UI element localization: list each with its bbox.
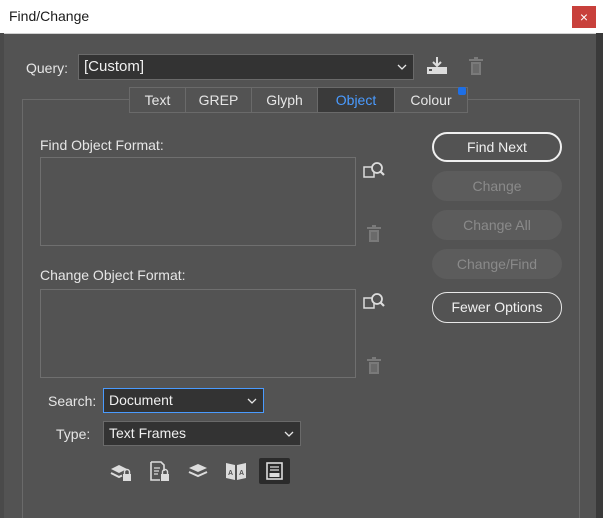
tab-grep[interactable]: GREP bbox=[185, 87, 252, 113]
chevron-down-icon bbox=[247, 398, 257, 404]
search-select[interactable]: Document bbox=[103, 388, 264, 413]
find-format-box[interactable] bbox=[40, 157, 356, 246]
query-select[interactable]: [Custom] bbox=[78, 54, 414, 80]
left-border bbox=[0, 33, 4, 518]
tab-colour[interactable]: Colour bbox=[394, 87, 468, 113]
include-locked-layers-icon[interactable] bbox=[109, 461, 133, 483]
tab-text[interactable]: Text bbox=[129, 87, 186, 113]
specify-change-format-icon[interactable] bbox=[363, 291, 386, 311]
change-button[interactable]: Change bbox=[432, 171, 562, 201]
tab-colour-label: Colour bbox=[410, 92, 452, 108]
right-border bbox=[596, 33, 603, 518]
type-label: Type: bbox=[56, 426, 91, 442]
find-next-button[interactable]: Find Next bbox=[432, 132, 562, 162]
change-all-button[interactable]: Change All bbox=[432, 210, 562, 240]
query-label: Query: bbox=[26, 60, 69, 76]
change-format-label: Change Object Format: bbox=[40, 267, 186, 283]
tab-glyph[interactable]: Glyph bbox=[251, 87, 318, 113]
query-value: [Custom] bbox=[84, 58, 145, 75]
close-button[interactable]: × bbox=[572, 6, 596, 28]
type-select[interactable]: Text Frames bbox=[103, 421, 301, 446]
title-bar: Find/Change × bbox=[0, 0, 603, 34]
find-format-label: Find Object Format: bbox=[40, 137, 164, 153]
change-format-box[interactable] bbox=[40, 289, 356, 378]
footnotes-icon bbox=[266, 462, 283, 480]
search-label: Search: bbox=[48, 393, 97, 409]
chevron-down-icon bbox=[284, 431, 294, 437]
include-hidden-layers-icon[interactable] bbox=[187, 461, 209, 481]
window-title: Find/Change bbox=[9, 8, 90, 24]
fewer-options-button[interactable]: Fewer Options bbox=[432, 292, 562, 323]
clear-find-format-icon[interactable] bbox=[367, 225, 381, 242]
include-master-pages-icon[interactable]: A A bbox=[224, 460, 248, 482]
svg-text:A: A bbox=[228, 470, 233, 477]
search-value: Document bbox=[109, 392, 173, 408]
change-find-button[interactable]: Change/Find bbox=[432, 249, 562, 279]
save-query-icon[interactable] bbox=[426, 56, 448, 76]
svg-text:A: A bbox=[239, 470, 244, 477]
type-value: Text Frames bbox=[109, 425, 187, 441]
tab-object[interactable]: Object bbox=[317, 87, 395, 113]
chevron-down-icon bbox=[397, 64, 407, 70]
include-locked-objects-icon[interactable] bbox=[149, 460, 171, 483]
delete-query-icon[interactable] bbox=[468, 56, 484, 76]
specify-find-format-icon[interactable] bbox=[363, 160, 386, 180]
notification-dot bbox=[458, 87, 466, 95]
clear-change-format-icon[interactable] bbox=[367, 357, 381, 374]
include-footnotes-toggle[interactable] bbox=[259, 458, 290, 484]
tab-bar: Text GREP Glyph Object Colour bbox=[129, 87, 468, 113]
